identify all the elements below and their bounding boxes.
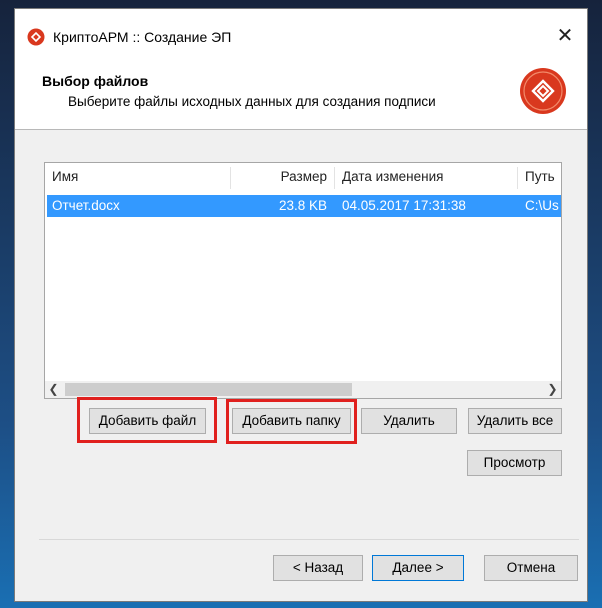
column-header-modified[interactable]: Дата изменения xyxy=(342,163,443,191)
cryptoarm-emblem-icon xyxy=(520,68,566,114)
file-size-cell: 23.8 KB xyxy=(278,198,327,213)
wizard-window: КриптоАРМ :: Создание ЭП ✕ Выбор файлов … xyxy=(14,8,588,602)
file-modified-cell: 04.05.2017 17:31:38 xyxy=(342,198,466,213)
scroll-thumb[interactable] xyxy=(65,383,352,396)
delete-all-button[interactable]: Удалить все xyxy=(468,408,562,434)
file-path-cell: C:\Us xyxy=(525,198,559,213)
scroll-right-icon[interactable]: ❯ xyxy=(544,381,561,398)
page-title: Выбор файлов xyxy=(42,73,149,89)
file-name-cell: Отчет.docx xyxy=(52,198,120,213)
table-row[interactable]: Отчет.docx 23.8 KB 04.05.2017 17:31:38 C… xyxy=(47,195,561,217)
next-button[interactable]: Далее > xyxy=(372,555,464,581)
back-button[interactable]: < Назад xyxy=(273,555,363,581)
horizontal-scrollbar[interactable]: ❮ ❯ xyxy=(45,381,561,398)
column-header-name[interactable]: Имя xyxy=(52,163,78,191)
close-icon[interactable]: ✕ xyxy=(551,23,579,49)
add-folder-highlight xyxy=(226,399,357,444)
scroll-left-icon[interactable]: ❮ xyxy=(45,381,62,398)
delete-button[interactable]: Удалить xyxy=(361,408,457,434)
page-subtitle: Выберите файлы исходных данных для созда… xyxy=(68,94,436,109)
file-list[interactable]: Имя Размер Дата изменения Путь Отчет.doc… xyxy=(44,162,562,399)
view-button[interactable]: Просмотр xyxy=(467,450,562,476)
add-file-highlight xyxy=(77,397,217,443)
column-divider xyxy=(334,167,335,189)
cryptoarm-logo-icon xyxy=(27,28,45,46)
column-header-size[interactable]: Размер xyxy=(231,163,327,191)
list-header: Имя Размер Дата изменения Путь xyxy=(45,163,561,191)
cancel-button[interactable]: Отмена xyxy=(484,555,578,581)
wizard-header: Выбор файлов Выберите файлы исходных дан… xyxy=(15,57,587,130)
window-title: КриптоАРМ :: Создание ЭП xyxy=(53,29,232,45)
footer-divider xyxy=(39,539,579,540)
title-bar: КриптоАРМ :: Создание ЭП ✕ xyxy=(15,9,587,57)
column-divider xyxy=(517,167,518,189)
column-header-path[interactable]: Путь xyxy=(525,163,555,191)
